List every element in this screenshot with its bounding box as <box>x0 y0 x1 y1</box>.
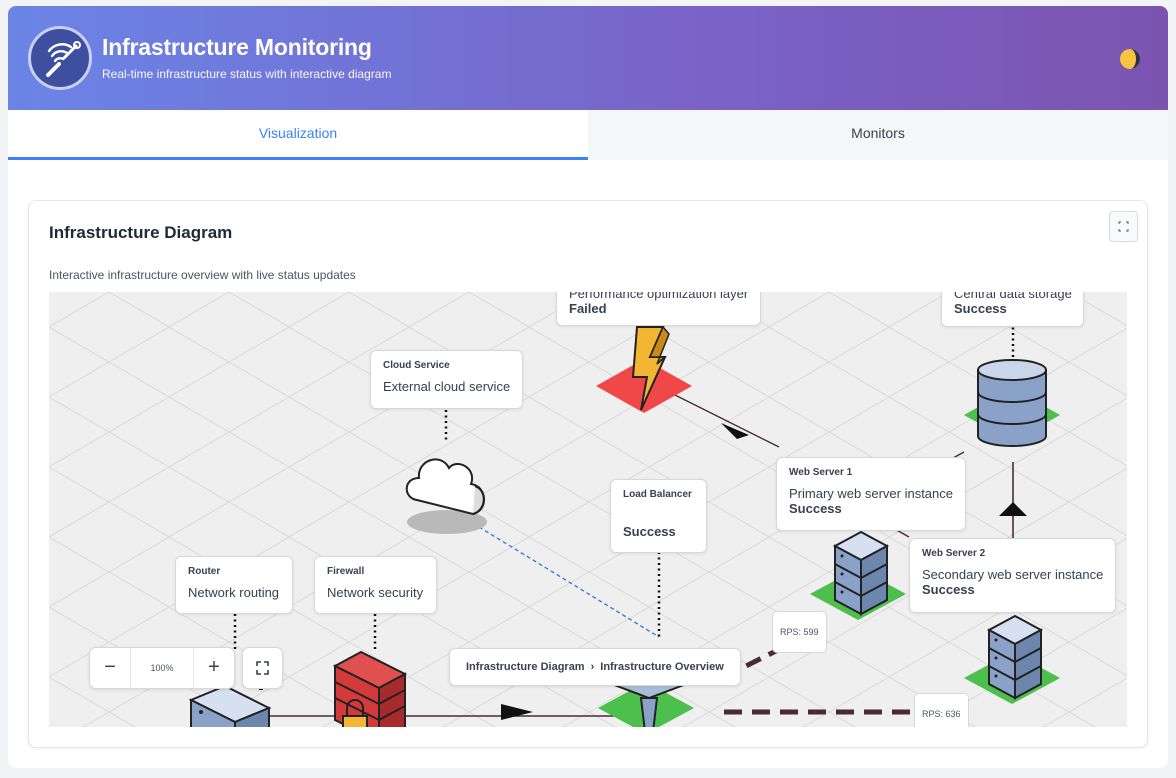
rps-web-server-1: RPS: 599 <box>772 611 827 653</box>
breadcrumb: Infrastructure Diagram › Infrastructure Ov… <box>449 648 741 686</box>
web-server-1-label[interactable]: Web Server 1 Primary web server instance… <box>776 457 966 531</box>
expand-button[interactable] <box>1109 211 1138 242</box>
breadcrumb-item-diagram[interactable]: Infrastructure Diagram <box>466 661 585 673</box>
firewall-node[interactable] <box>325 646 423 727</box>
database-node[interactable] <box>963 358 1061 454</box>
app-subtitle: Real-time infrastructure status with int… <box>102 67 392 81</box>
zoom-out-button[interactable]: − <box>90 648 130 688</box>
cloud-icon <box>405 458 487 534</box>
zoom-level: 100% <box>130 648 194 688</box>
zoom-in-button[interactable]: + <box>194 648 234 688</box>
card-title: Infrastructure Diagram <box>49 223 233 242</box>
firewall-label[interactable]: Firewall Network security <box>314 556 437 614</box>
firewall-icon <box>332 650 408 727</box>
cache-node[interactable] <box>595 322 693 418</box>
fit-view-icon <box>256 661 269 675</box>
cache-label[interactable]: Performance optimization layer Failed <box>556 292 761 326</box>
half-moon-icon[interactable] <box>1119 48 1141 70</box>
web-server-2-node[interactable] <box>963 612 1061 708</box>
cloud-service-label[interactable]: Cloud Service External cloud service <box>370 350 523 409</box>
rps-web-server-2: RPS: 636 <box>914 693 969 727</box>
zoom-controls: − 100% + <box>89 647 235 689</box>
server-icon <box>810 530 906 620</box>
expand-icon <box>1118 221 1129 232</box>
card-description: Interactive infrastructure overview with… <box>49 268 356 282</box>
tab-bar: Visualization Monitors <box>8 110 1168 160</box>
web-server-1-node[interactable] <box>809 528 907 624</box>
chevron-right-icon: › <box>590 661 595 673</box>
page-header: Infrastructure Monitoring Real-time infr… <box>8 6 1168 110</box>
cloud-node[interactable] <box>397 440 495 536</box>
web-server-2-label[interactable]: Web Server 2 Secondary web server instan… <box>909 538 1116 613</box>
fit-view-button[interactable] <box>242 647 283 689</box>
lightning-icon <box>596 325 692 413</box>
wifi-wrench-icon <box>28 26 92 90</box>
app-window: Infrastructure Monitoring Real-time infr… <box>8 6 1168 768</box>
router-label[interactable]: Router Network routing <box>175 556 293 614</box>
server-icon <box>964 614 1060 704</box>
app-title: Infrastructure Monitoring <box>102 34 372 60</box>
tab-monitors[interactable]: Monitors <box>588 110 1168 160</box>
load-balancer-label[interactable]: Load Balancer Success <box>610 479 707 553</box>
tab-visualization[interactable]: Visualization <box>8 110 588 160</box>
database-icon <box>964 359 1060 447</box>
breadcrumb-item-overview[interactable]: Infrastructure Overview <box>600 661 724 673</box>
diagram-canvas[interactable]: Performance optimization layer Failed Ce… <box>49 292 1127 727</box>
database-label[interactable]: Central data storage Success <box>941 292 1084 327</box>
diagram-card: Infrastructure Diagram Interactive infra… <box>28 200 1148 748</box>
